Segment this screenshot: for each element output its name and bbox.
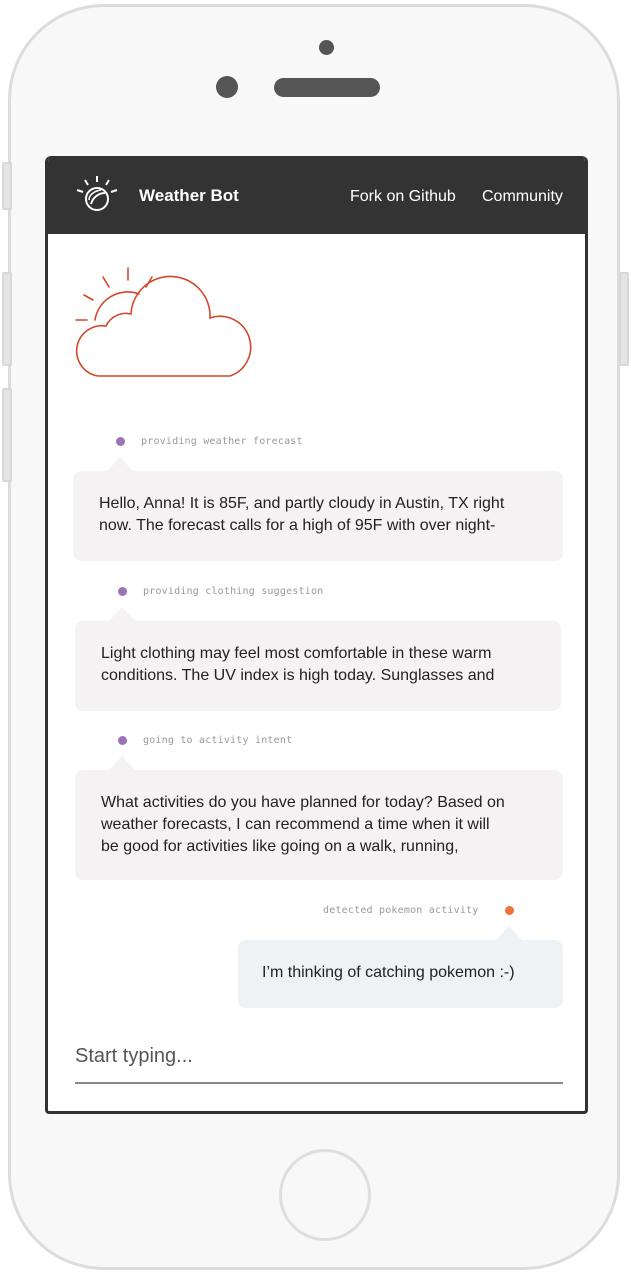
user-message-bubble: I’m thinking of catching pokemon :-)	[238, 940, 563, 1008]
volume-down-button	[2, 388, 12, 482]
intent-label: providing clothing suggestion	[143, 586, 324, 597]
message-line: Light clothing may feel most comfortable…	[101, 645, 492, 662]
earpiece-speaker	[274, 78, 380, 97]
intent-label: providing weather forecast	[141, 436, 303, 447]
mute-switch	[2, 162, 12, 210]
message-line: What activities do you have planned for …	[101, 794, 505, 811]
bot-intent-dot	[118, 736, 127, 745]
front-camera	[319, 40, 334, 55]
chat-input-area	[75, 1036, 563, 1084]
user-intent-dot	[505, 906, 514, 915]
app-title: Weather Bot	[139, 186, 239, 205]
power-button	[619, 272, 629, 366]
chat-input[interactable]	[75, 1036, 563, 1076]
message-line: Hello, Anna! It is 85F, and partly cloud…	[99, 495, 505, 512]
home-button[interactable]	[279, 1149, 371, 1241]
watson-logo-icon	[76, 176, 118, 211]
bot-message-bubble: What activities do you have planned for …	[75, 770, 563, 880]
partly-cloudy-icon	[75, 267, 252, 377]
app-screen: Weather Bot Fork on Github Community pro…	[45, 156, 588, 1114]
bot-message-bubble: Hello, Anna! It is 85F, and partly cloud…	[73, 471, 563, 561]
message-line: conditions. The UV index is high today. …	[101, 667, 495, 684]
message-line: be good for activities like going on a w…	[101, 838, 459, 855]
bubble-tail	[108, 756, 136, 771]
intent-label: going to activity intent	[143, 735, 293, 746]
bubble-tail	[106, 457, 134, 472]
bot-intent-dot	[116, 437, 125, 446]
fork-on-github-link[interactable]: Fork on Github	[350, 188, 456, 206]
top-navigation-bar: Weather Bot Fork on Github Community	[48, 156, 585, 234]
bubble-tail	[108, 607, 136, 622]
bot-message-bubble: Light clothing may feel most comfortable…	[75, 621, 561, 711]
bot-intent-dot	[118, 587, 127, 596]
intent-label: detected pokemon activity	[323, 905, 479, 916]
volume-up-button	[2, 272, 12, 366]
message-line: now. The forecast calls for a high of 95…	[99, 517, 496, 534]
proximity-sensor	[216, 76, 238, 98]
message-line: weather forecasts, I can recommend a tim…	[101, 816, 490, 833]
community-link[interactable]: Community	[482, 188, 563, 206]
message-line: I’m thinking of catching pokemon :-)	[262, 964, 515, 981]
bubble-tail	[495, 926, 523, 941]
